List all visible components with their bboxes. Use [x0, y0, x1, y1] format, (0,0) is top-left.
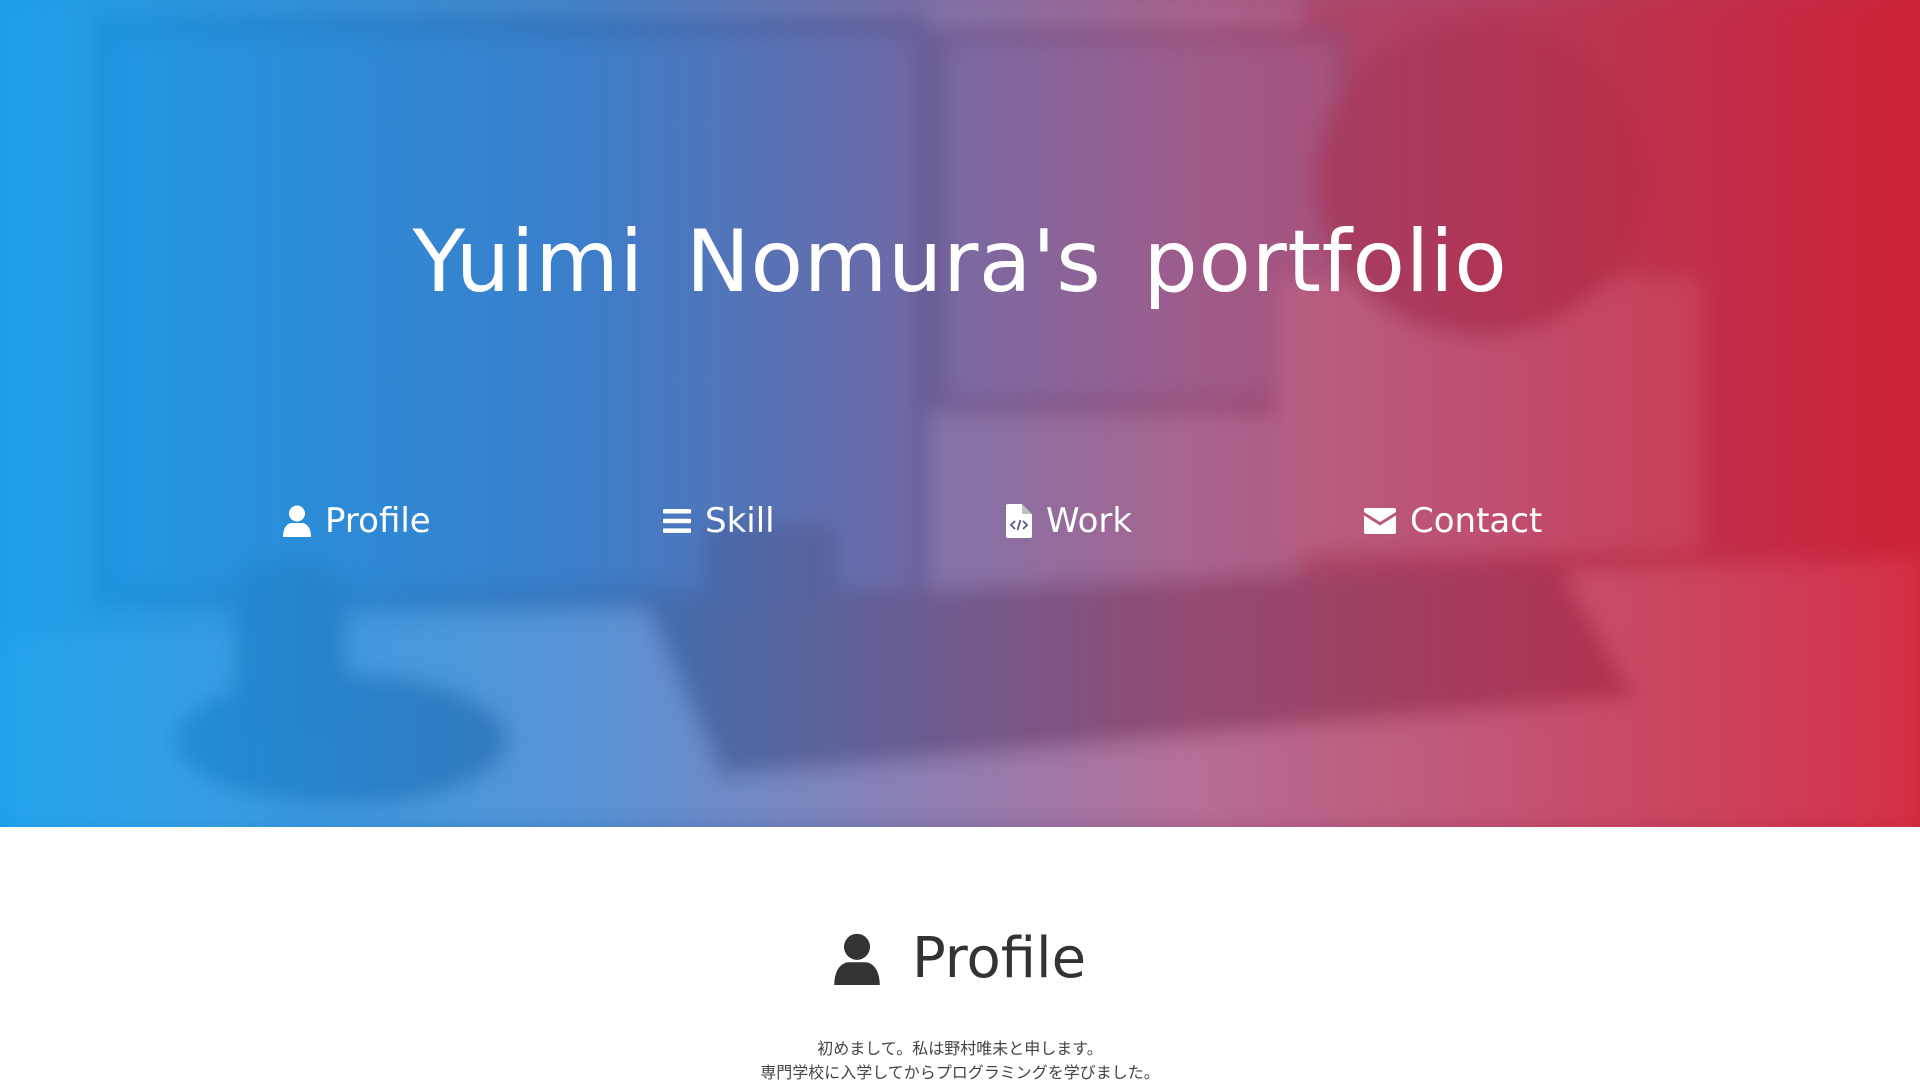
profile-section-title: Profile	[0, 926, 1920, 991]
hero-title: Yuimi Nomura's portfolio	[412, 212, 1508, 312]
nav-item-label: Skill	[705, 501, 775, 541]
bars-icon	[663, 508, 691, 534]
nav-item-profile[interactable]: Profile	[283, 496, 431, 546]
code-file-icon	[1006, 504, 1032, 538]
nav-item-label: Contact	[1410, 501, 1543, 541]
nav-item-label: Profile	[325, 501, 431, 541]
profile-intro-line: 専門学校に入学してからプログラミングを学びました。	[760, 1063, 1160, 1082]
nav-item-skill[interactable]: Skill	[663, 496, 775, 546]
nav-item-contact[interactable]: Contact	[1364, 496, 1542, 546]
user-icon	[283, 505, 311, 537]
nav-item-label: Work	[1046, 501, 1133, 541]
envelope-icon	[1364, 508, 1396, 534]
hero-banner: Yuimi Nomura's portfolio Profile Skill W…	[0, 0, 1920, 827]
hero-gradient-overlay	[0, 0, 1920, 827]
nav-item-work[interactable]: Work	[1006, 496, 1132, 546]
profile-intro-line: 初めまして。私は野村唯未と申します。	[817, 1039, 1103, 1058]
profile-heading: Profile	[911, 926, 1087, 991]
user-icon	[834, 933, 880, 985]
